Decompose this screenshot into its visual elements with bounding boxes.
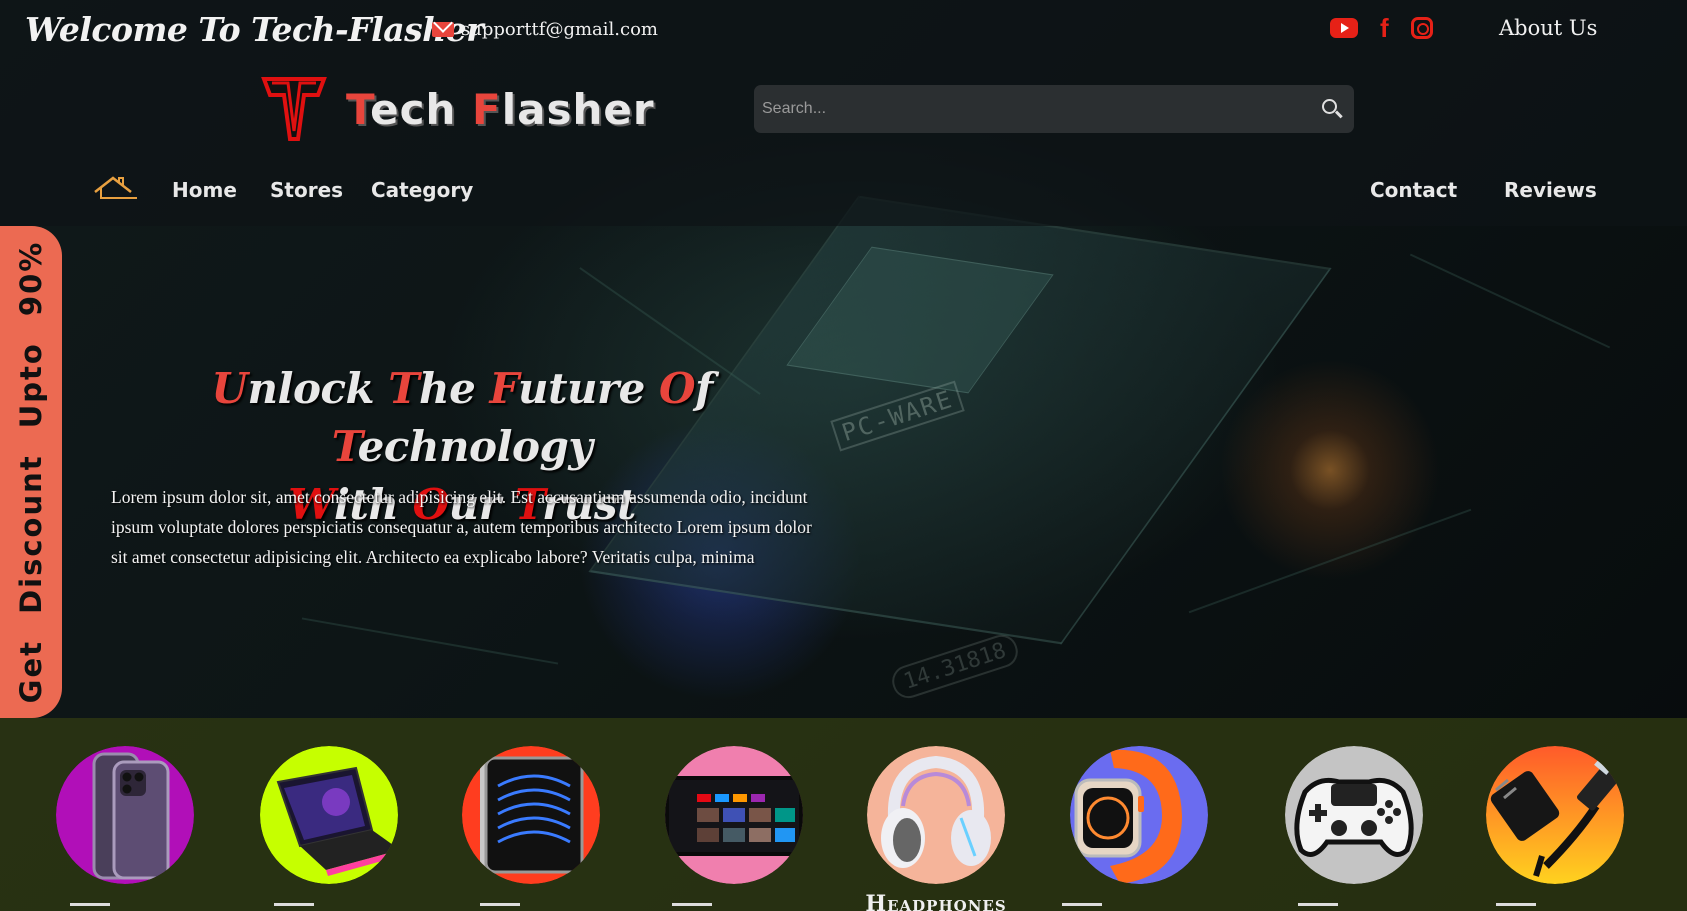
- category-tv[interactable]: [665, 746, 803, 884]
- category-laptop[interactable]: [260, 746, 398, 884]
- instagram-icon[interactable]: [1410, 17, 1433, 39]
- about-us-link[interactable]: About Us: [1499, 16, 1597, 40]
- laptop-icon: [260, 746, 398, 884]
- category-gamepad[interactable]: [1285, 746, 1423, 884]
- search-input[interactable]: [754, 85, 1306, 133]
- nav-stores[interactable]: Stores: [270, 178, 343, 202]
- smartwatch-icon: [1070, 746, 1208, 884]
- category-smartwatch[interactable]: [1070, 746, 1208, 884]
- youtube-icon[interactable]: [1330, 18, 1358, 38]
- category-label-cut: [672, 903, 712, 911]
- headphones-icon: [867, 746, 1005, 884]
- charger-icon: [1486, 746, 1624, 884]
- main-nav: Home Stores Category Contact Reviews: [0, 170, 1687, 214]
- category-smartphone[interactable]: [56, 746, 194, 884]
- category-label-cut: [1496, 903, 1536, 911]
- category-label-cut: [70, 903, 110, 911]
- smartphone-icon: [56, 746, 194, 884]
- logo-icon: [261, 77, 327, 141]
- mail-icon: [432, 22, 454, 37]
- hero-paragraph: Lorem ipsum dolor sit, amet consectetur …: [111, 487, 812, 567]
- discount-tab[interactable]: Get Discount Upto 90%: [0, 226, 62, 718]
- support-email[interactable]: supporttf@gmail.com: [432, 19, 658, 40]
- category-label-cut: [1298, 903, 1338, 911]
- hero-title-line-1: Unlock The Future Of Technology: [211, 364, 713, 471]
- tv-icon: [665, 746, 803, 884]
- facebook-icon[interactable]: f: [1380, 15, 1389, 41]
- home-icon[interactable]: [93, 174, 139, 204]
- category-label-cut: [274, 903, 314, 911]
- brand-name: Tech Flasher: [346, 84, 655, 134]
- nav-reviews[interactable]: Reviews: [1504, 178, 1597, 202]
- category-label-headphones: Headphones: [865, 891, 1007, 911]
- search-icon[interactable]: [1306, 85, 1354, 133]
- tablet-icon: [462, 746, 600, 884]
- category-tablet[interactable]: [462, 746, 600, 884]
- category-label-cut: [1062, 903, 1102, 911]
- gamepad-icon: [1285, 746, 1423, 884]
- brand-logo[interactable]: Tech Flasher: [258, 73, 655, 145]
- nav-category[interactable]: Category: [371, 178, 473, 202]
- nav-contact[interactable]: Contact: [1370, 178, 1457, 202]
- category-label-cut: [480, 903, 520, 911]
- support-email-text: supporttf@gmail.com: [461, 19, 658, 40]
- search-bar: [754, 85, 1354, 133]
- category-charger[interactable]: [1486, 746, 1624, 884]
- nav-home[interactable]: Home: [172, 178, 237, 202]
- social-links: f: [1330, 15, 1433, 41]
- welcome-heading: Welcome To Tech-Flasher: [25, 10, 484, 49]
- category-strip: [0, 718, 1687, 911]
- category-headphones[interactable]: [867, 746, 1005, 884]
- discount-text: Get Discount Upto 90%: [14, 240, 48, 704]
